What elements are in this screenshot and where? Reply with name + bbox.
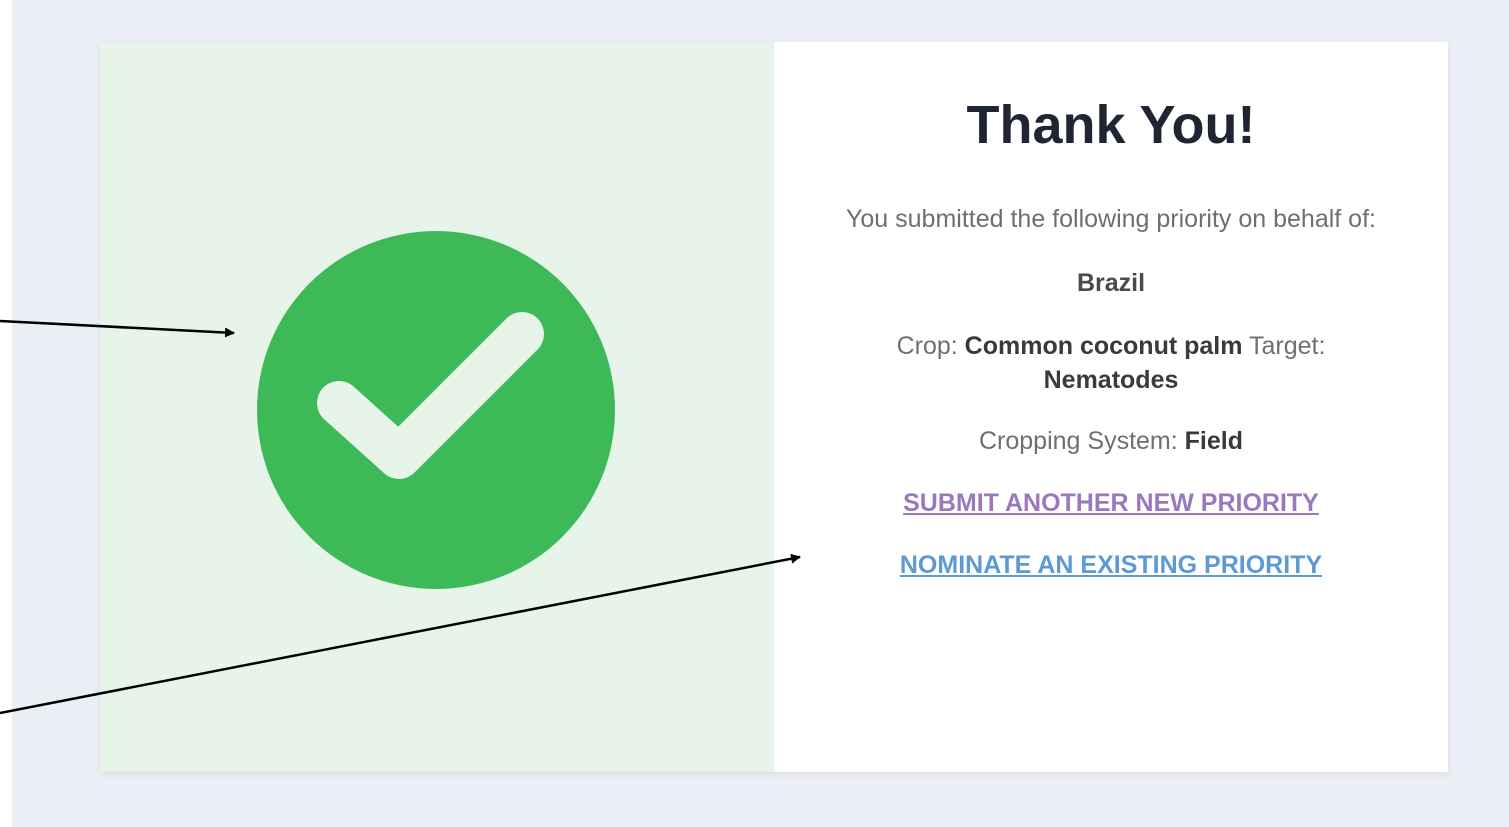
cropping-system-summary: Cropping System: Field (794, 424, 1428, 458)
cropping-system-label: Cropping System: (979, 427, 1178, 455)
crop-target-summary: Crop: Common coconut palm Target: Nemato… (794, 329, 1428, 397)
target-label: Target: (1248, 332, 1326, 360)
success-circle (257, 231, 615, 589)
submit-another-priority-link[interactable]: SUBMIT ANOTHER NEW PRIORITY (774, 489, 1448, 518)
country-name: Brazil (1076, 269, 1146, 297)
crop-value: Common coconut palm (964, 332, 1243, 360)
checkmark-icon (317, 312, 544, 479)
confirmation-card: Thank You! You submitted the following p… (100, 42, 1448, 772)
target-value: Nematodes (1043, 366, 1179, 394)
nominate-existing-priority-link[interactable]: NOMINATE AN EXISTING PRIORITY (774, 551, 1448, 580)
page-title: Thank You! (966, 95, 1256, 155)
confirmation-details-panel: Thank You! You submitted the following p… (774, 42, 1448, 772)
success-illustration-panel (100, 42, 774, 772)
submission-subtitle: You submitted the following priority on … (846, 205, 1376, 233)
cropping-system-value: Field (1184, 427, 1243, 455)
crop-label: Crop: (896, 332, 958, 360)
